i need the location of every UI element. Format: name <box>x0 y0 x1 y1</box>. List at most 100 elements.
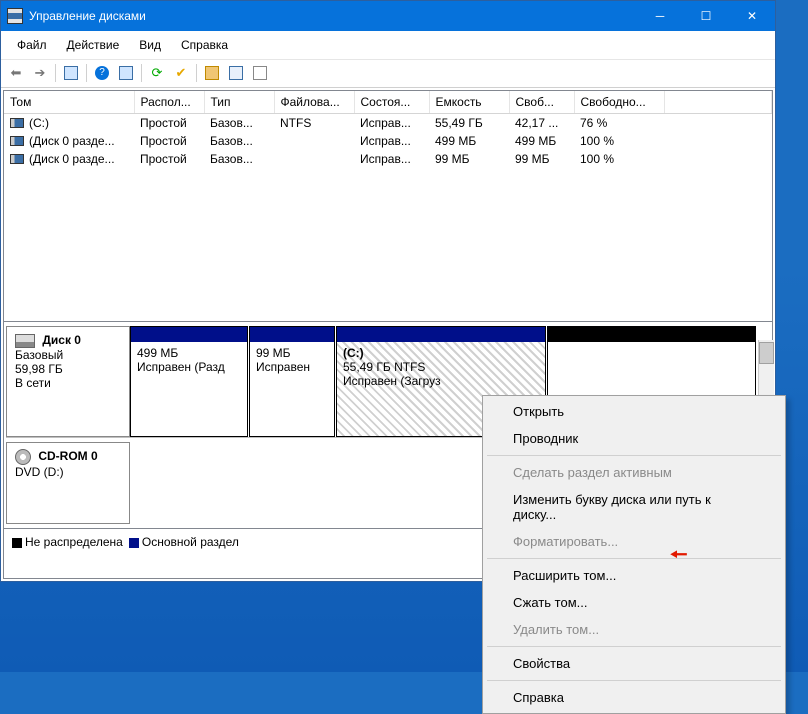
ctx-extend-volume[interactable]: Расширить том... <box>485 562 783 589</box>
partition[interactable]: 499 МБ Исправен (Разд <box>130 326 248 437</box>
cell: 55,49 ГБ <box>429 114 509 133</box>
col-capacity[interactable]: Емкость <box>429 91 509 114</box>
properties-button[interactable] <box>60 62 82 84</box>
legend-primary: Основной раздел <box>142 535 239 549</box>
table-header[interactable]: Том Распол... Тип Файлова... Состоя... Е… <box>4 91 772 114</box>
table-row[interactable]: (Диск 0 разде... Простой Базов... Исправ… <box>4 132 772 150</box>
ctx-format: Форматировать... <box>485 528 783 555</box>
app-icon <box>7 8 23 24</box>
cell: (Диск 0 разде... <box>29 152 115 166</box>
table-row[interactable]: (Диск 0 разде... Простой Базов... Исправ… <box>4 150 772 168</box>
cell: Исправ... <box>354 132 429 150</box>
separator-icon <box>487 558 781 559</box>
refresh-button[interactable]: ⟳ <box>146 62 168 84</box>
col-layout[interactable]: Распол... <box>134 91 204 114</box>
cell: 99 МБ <box>509 150 574 168</box>
help-button[interactable]: ? <box>91 62 113 84</box>
partition-status: Исправен (Загруз <box>343 374 539 388</box>
partition-status: Исправен (Разд <box>137 360 241 374</box>
disk-status: В сети <box>15 376 51 390</box>
legend-unallocated: Не распределена <box>25 535 123 549</box>
cd-icon <box>15 449 31 465</box>
cell: 499 МБ <box>509 132 574 150</box>
cell: Исправ... <box>354 114 429 133</box>
window-title: Управление дисками <box>29 9 637 23</box>
back-button[interactable]: ⬅ <box>5 62 27 84</box>
menu-action[interactable]: Действие <box>59 35 128 55</box>
partition[interactable]: 99 МБ Исправен <box>249 326 335 437</box>
ctx-change-letter[interactable]: Изменить букву диска или путь к диску... <box>485 486 783 528</box>
cell <box>274 132 354 150</box>
separator-icon <box>487 646 781 647</box>
partition-status: Исправен <box>256 360 328 374</box>
ctx-delete-volume: Удалить том... <box>485 616 783 643</box>
swatch-unallocated-icon <box>12 538 22 548</box>
cell: Простой <box>134 114 204 133</box>
disk-name: CD-ROM 0 <box>38 449 97 463</box>
ctx-make-active: Сделать раздел активным <box>485 459 783 486</box>
separator-icon <box>196 64 197 82</box>
partition-size: 499 МБ <box>137 346 241 360</box>
partition-title: (C:) <box>343 346 539 360</box>
separator-icon <box>141 64 142 82</box>
separator-icon <box>55 64 56 82</box>
separator-icon <box>86 64 87 82</box>
cell: 76 % <box>574 114 664 133</box>
toolbar: ⬅ ➔ ? ⟳ ✔ <box>1 60 775 88</box>
disk-type: Базовый <box>15 348 63 362</box>
titlebar[interactable]: Управление дисками ─ ☐ ✕ <box>1 1 775 31</box>
cell: Базов... <box>204 114 274 133</box>
cell: Исправ... <box>354 150 429 168</box>
table-row[interactable]: (C:) Простой Базов... NTFS Исправ... 55,… <box>4 114 772 133</box>
col-freepct[interactable]: Свободно... <box>574 91 664 114</box>
ctx-shrink-volume[interactable]: Сжать том... <box>485 589 783 616</box>
list-button[interactable] <box>115 62 137 84</box>
context-menu: Открыть Проводник Сделать раздел активны… <box>482 395 786 714</box>
close-button[interactable]: ✕ <box>729 1 775 31</box>
settings-button[interactable] <box>201 62 223 84</box>
menu-help[interactable]: Справка <box>173 35 236 55</box>
separator-icon <box>487 680 781 681</box>
partition-size: 55,49 ГБ NTFS <box>343 360 539 374</box>
disk-name: Диск 0 <box>42 333 81 347</box>
volume-icon <box>10 154 24 164</box>
cell: Базов... <box>204 150 274 168</box>
cell: Простой <box>134 132 204 150</box>
col-free[interactable]: Своб... <box>509 91 574 114</box>
volume-icon <box>10 118 24 128</box>
col-fs[interactable]: Файлова... <box>274 91 354 114</box>
disk-label[interactable]: CD-ROM 0 DVD (D:) <box>6 442 130 524</box>
cell: 99 МБ <box>429 150 509 168</box>
ctx-properties[interactable]: Свойства <box>485 650 783 677</box>
disk-size: 59,98 ГБ <box>15 362 63 376</box>
ctx-help[interactable]: Справка <box>485 684 783 711</box>
check-button[interactable]: ✔ <box>170 62 192 84</box>
forward-button[interactable]: ➔ <box>29 62 51 84</box>
disk-label[interactable]: Диск 0 Базовый 59,98 ГБ В сети <box>6 326 130 437</box>
cell: 499 МБ <box>429 132 509 150</box>
menubar: Файл Действие Вид Справка <box>1 31 775 60</box>
ctx-explorer[interactable]: Проводник <box>485 425 783 452</box>
minimize-button[interactable]: ─ <box>637 1 683 31</box>
col-status[interactable]: Состоя... <box>354 91 429 114</box>
cell: 100 % <box>574 150 664 168</box>
col-volume[interactable]: Том <box>4 91 134 114</box>
cell: NTFS <box>274 114 354 133</box>
volume-icon <box>10 136 24 146</box>
cell: 42,17 ... <box>509 114 574 133</box>
cell: 100 % <box>574 132 664 150</box>
cell: (Диск 0 разде... <box>29 134 115 148</box>
col-type[interactable]: Тип <box>204 91 274 114</box>
graphical-view-button[interactable] <box>225 62 247 84</box>
menu-file[interactable]: Файл <box>9 35 55 55</box>
partition-size: 99 МБ <box>256 346 328 360</box>
detail-view-button[interactable] <box>249 62 271 84</box>
menu-view[interactable]: Вид <box>131 35 169 55</box>
cell <box>274 150 354 168</box>
ctx-open[interactable]: Открыть <box>485 398 783 425</box>
disk-icon <box>15 334 35 348</box>
cell: (C:) <box>29 116 49 130</box>
cell: Базов... <box>204 132 274 150</box>
maximize-button[interactable]: ☐ <box>683 1 729 31</box>
annotation-arrow-icon: 🠔 <box>670 540 688 574</box>
